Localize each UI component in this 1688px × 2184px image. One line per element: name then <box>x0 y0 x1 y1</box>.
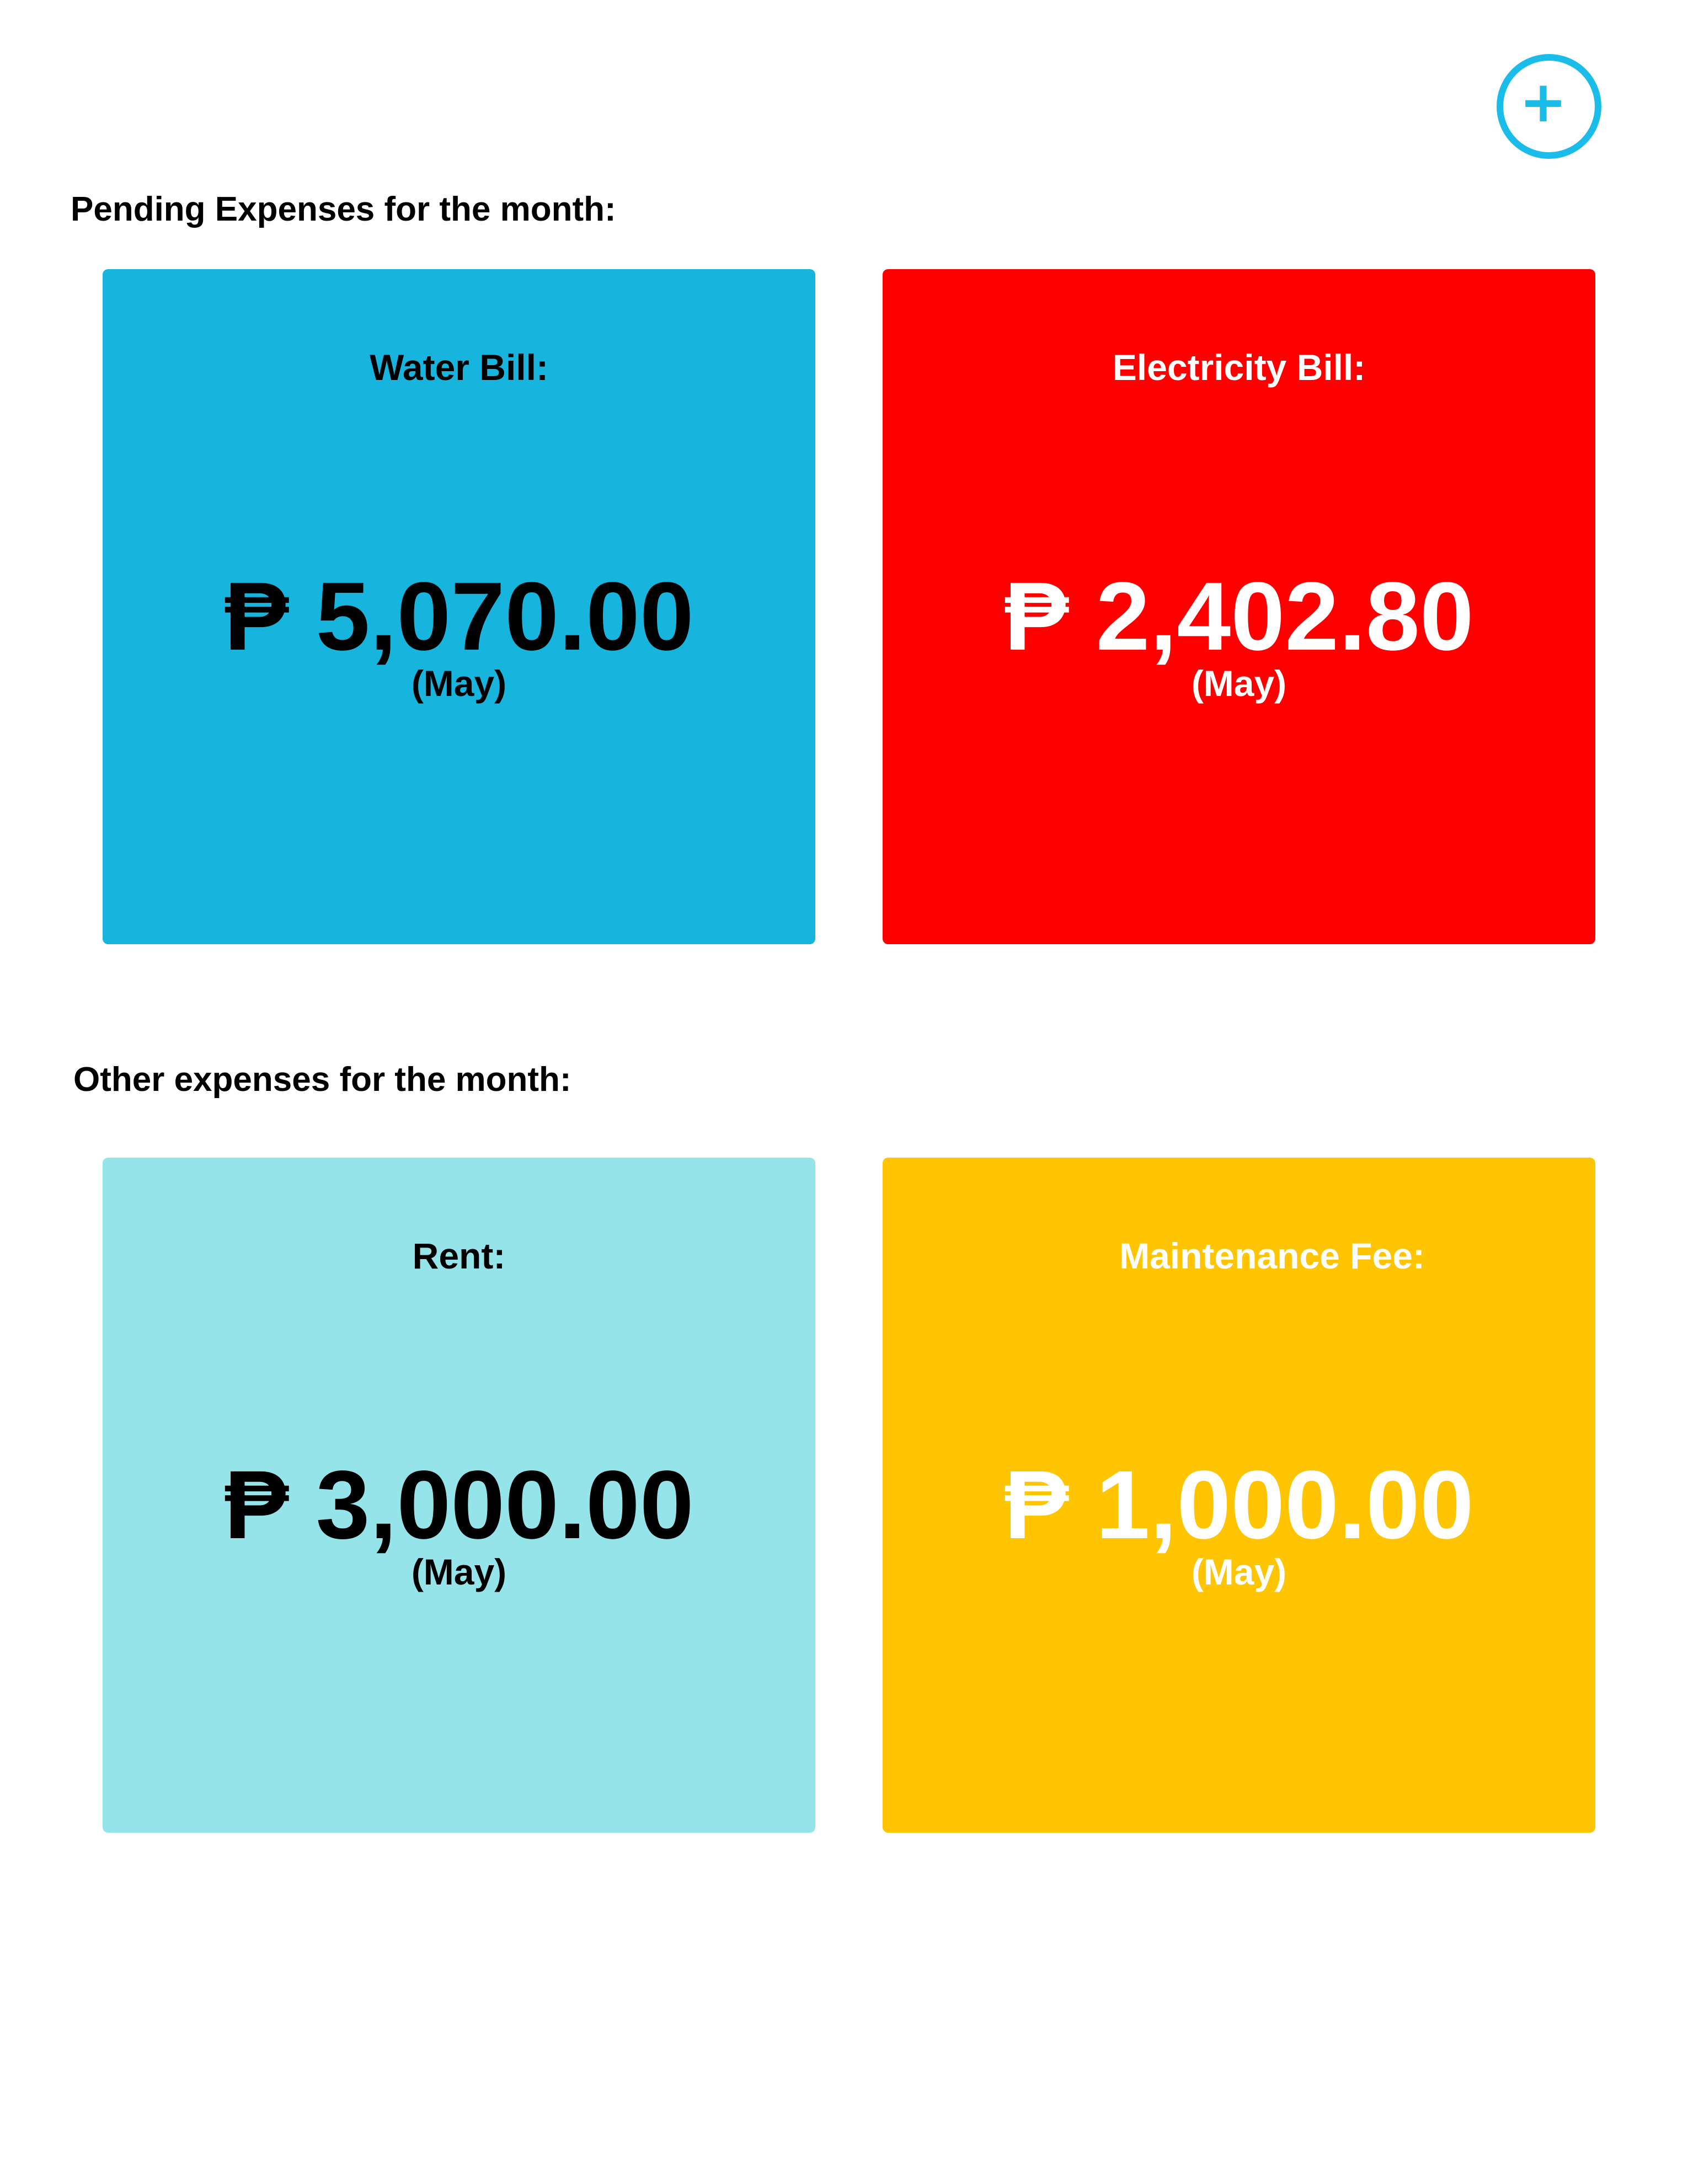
rent-card[interactable]: Rent: ₱ 3,000.00 (May) <box>103 1158 815 1833</box>
rent-label: Rent: <box>412 1235 506 1276</box>
rent-amount: ₱ 3,000.00 <box>224 1451 694 1559</box>
add-expense-button[interactable] <box>1497 54 1601 159</box>
maintenance-fee-amount: ₱ 1,000.00 <box>1004 1451 1474 1559</box>
maintenance-fee-label: Maintenance Fee: <box>1119 1235 1425 1276</box>
electricity-bill-amount: ₱ 2,402.80 <box>1004 563 1474 671</box>
electricity-bill-label: Electricity Bill: <box>1112 347 1366 388</box>
maintenance-fee-month: (May) <box>1191 1551 1287 1592</box>
electricity-bill-month: (May) <box>1191 663 1287 704</box>
water-bill-label: Water Bill: <box>370 347 548 388</box>
other-expenses-title: Other expenses for the month: <box>73 1061 571 1099</box>
maintenance-fee-card[interactable]: Maintenance Fee: ₱ 1,000.00 (May) <box>883 1158 1595 1833</box>
water-bill-month: (May) <box>411 663 507 704</box>
electricity-bill-card[interactable]: Electricity Bill: ₱ 2,402.80 (May) <box>883 269 1595 944</box>
plus-icon <box>1525 85 1561 122</box>
pending-expenses-title: Pending Expenses for the month: <box>71 190 616 228</box>
rent-month: (May) <box>411 1551 507 1592</box>
water-bill-amount: ₱ 5,070.00 <box>224 563 694 671</box>
water-bill-card[interactable]: Water Bill: ₱ 5,070.00 (May) <box>103 269 815 944</box>
